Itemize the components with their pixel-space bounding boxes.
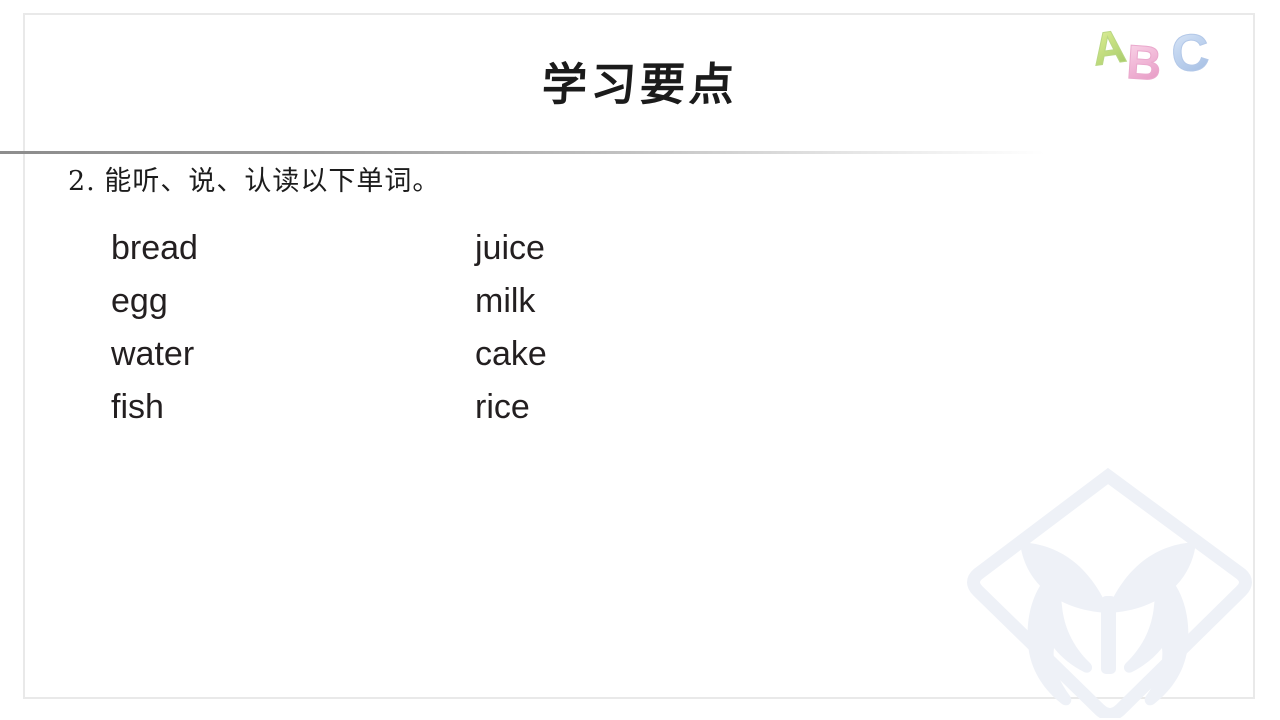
slide-header: 学习要点 A B C xyxy=(0,0,1280,155)
word-cell-right: milk xyxy=(475,282,536,320)
header-divider-rule xyxy=(0,151,1045,154)
table-row: egg milk xyxy=(111,268,731,321)
learning-point-bullet: 2. 能听、说、认读以下单词。 xyxy=(68,165,440,199)
word-cell-left: water xyxy=(111,335,195,373)
vocabulary-word-table: bread juice egg milk water cake fish ric… xyxy=(111,215,731,427)
table-row: fish rice xyxy=(111,374,731,427)
svg-text:A: A xyxy=(1089,26,1129,76)
slide-body: 2. 能听、说、认读以下单词。 bread juice egg milk wat… xyxy=(0,155,1280,700)
word-cell-left: bread xyxy=(111,229,198,267)
word-cell-right: rice xyxy=(475,388,530,426)
word-cell-left: fish xyxy=(111,388,164,426)
bullet-number: 2. xyxy=(68,166,96,197)
svg-text:C: C xyxy=(1170,26,1212,84)
word-cell-right: juice xyxy=(475,229,545,267)
svg-text:B: B xyxy=(1125,36,1163,91)
abc-blocks-icon: A B C xyxy=(1086,19,1226,92)
table-row: bread juice xyxy=(111,215,731,268)
word-cell-left: egg xyxy=(111,282,168,320)
bullet-text: 能听、说、认读以下单词。 xyxy=(104,166,441,197)
word-cell-right: cake xyxy=(475,335,547,373)
table-row: water cake xyxy=(111,321,731,374)
slide: 学习要点 A B C 2. 能听、说、认读以下单词。 bread juice e… xyxy=(0,0,1280,720)
